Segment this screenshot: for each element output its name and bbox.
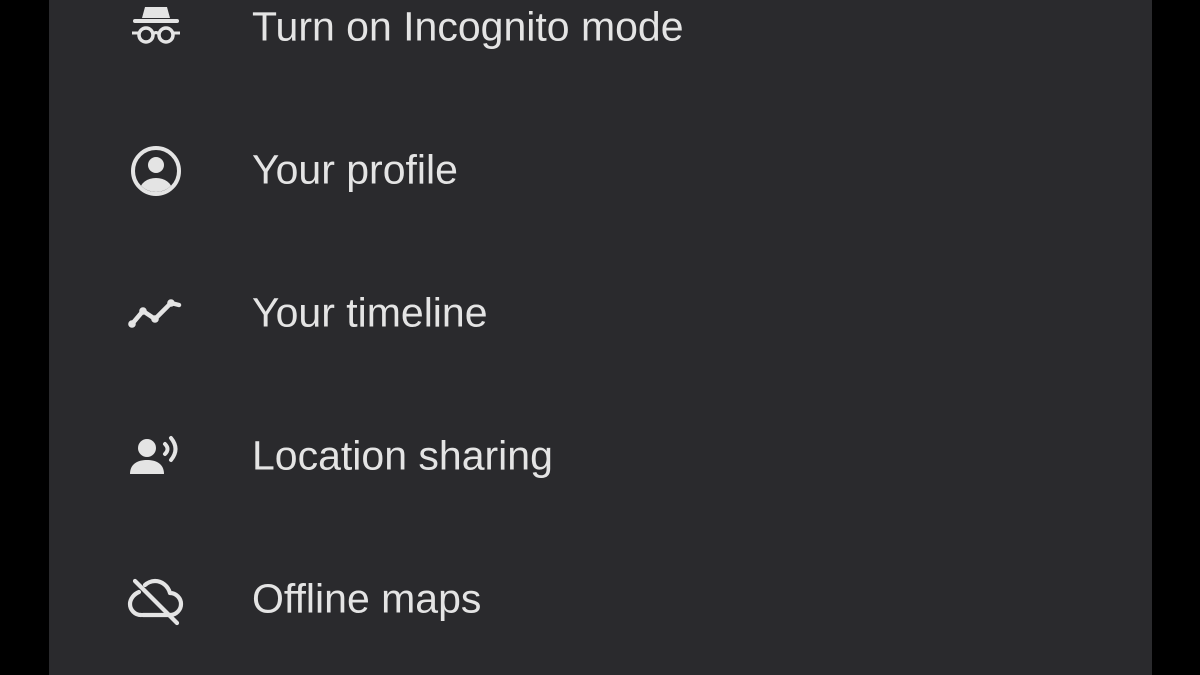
account-circle-icon xyxy=(125,140,187,202)
menu-item-label: Turn on Incognito mode xyxy=(252,3,684,50)
timeline-icon xyxy=(125,283,187,345)
drawer-menu: Turn on Incognito mode Your profile Your… xyxy=(49,0,1152,675)
menu-item-your-profile[interactable]: Your profile xyxy=(49,121,1152,221)
incognito-icon xyxy=(125,0,187,59)
menu-item-location-sharing[interactable]: Location sharing xyxy=(49,407,1152,507)
menu-item-your-timeline[interactable]: Your timeline xyxy=(49,264,1152,364)
cloud-off-icon xyxy=(125,569,187,631)
menu-item-label: Your profile xyxy=(252,146,458,193)
location-sharing-icon xyxy=(125,426,187,488)
menu-item-incognito[interactable]: Turn on Incognito mode xyxy=(49,0,1152,78)
menu-item-offline-maps[interactable]: Offline maps xyxy=(49,550,1152,650)
menu-item-label: Location sharing xyxy=(252,432,553,479)
menu-item-label: Offline maps xyxy=(252,575,482,622)
menu-item-label: Your timeline xyxy=(252,289,488,336)
navigation-drawer: Turn on Incognito mode Your profile Your… xyxy=(49,0,1152,675)
